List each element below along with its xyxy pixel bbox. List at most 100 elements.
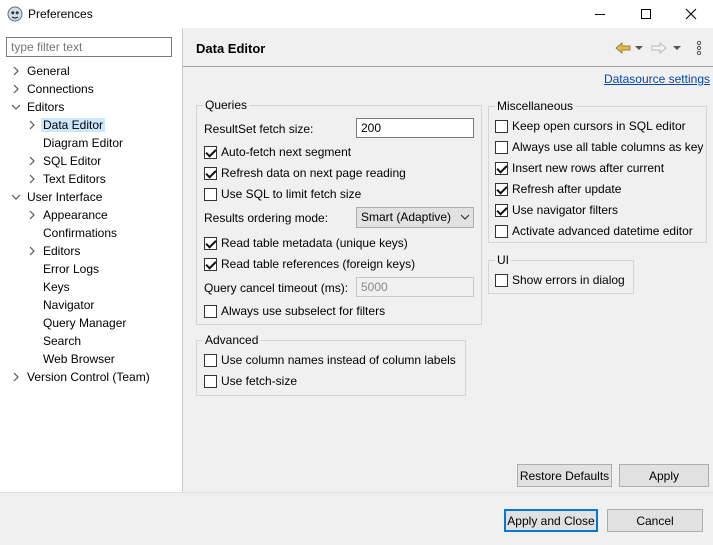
tree-item-label: Version Control (Team) [27,370,150,384]
chevron-down-icon[interactable] [10,189,22,205]
use-sql-limit-checkbox[interactable]: Use SQL to limit fetch size [204,186,361,202]
checkbox-box[interactable] [495,161,508,175]
chevron-right-icon[interactable] [26,207,38,223]
all-columns-key-checkbox[interactable]: Always use all table columns as key [495,139,703,155]
tree-item[interactable]: User Interface [10,189,104,205]
filter-input[interactable] [6,37,172,57]
back-button[interactable] [614,40,632,56]
checkbox-box[interactable] [495,273,508,287]
chevron-right-icon[interactable] [10,63,22,79]
tree-item[interactable]: Diagram Editor [26,135,125,151]
back-menu-button[interactable] [634,40,644,56]
forward-button[interactable] [650,40,668,56]
dialog-footer: Apply and Close Cancel [0,492,713,545]
tree-item-label: Diagram Editor [43,136,124,150]
checkbox-box[interactable] [204,236,217,250]
restore-defaults-button[interactable]: Restore Defaults [517,464,612,487]
checkbox-box[interactable] [204,187,217,201]
tree-item-label: Editors [27,100,65,114]
read-metadata-checkbox[interactable]: Read table metadata (unique keys) [204,235,408,251]
column-names-label: Use column names instead of column label… [221,353,456,367]
tree-item[interactable]: General [10,63,72,79]
checkbox-box[interactable] [204,374,217,388]
title-separator [183,66,713,67]
use-fetch-size-checkbox[interactable]: Use fetch-size [204,373,297,389]
checkbox-box[interactable] [204,304,217,318]
refresh-data-checkbox[interactable]: Refresh data on next page reading [204,165,406,181]
chevron-right-icon[interactable] [10,81,22,97]
tree-item[interactable]: Connections [10,81,96,97]
tree-item[interactable]: Editors [10,99,66,115]
forward-arrow-icon [651,42,667,54]
fetch-size-input[interactable]: 200 [356,118,474,138]
refresh-after-update-checkbox[interactable]: Refresh after update [495,181,621,197]
chevron-right-icon[interactable] [10,369,22,385]
checkbox-box[interactable] [495,182,508,196]
tree-item-label: Appearance [43,208,108,222]
apply-button[interactable]: Apply [619,464,709,487]
cancel-button[interactable]: Cancel [607,509,703,532]
tree-item[interactable]: Keys [26,279,72,295]
navigator-filters-label: Use navigator filters [512,203,619,217]
tree-item-label: Error Logs [43,262,100,276]
tree-item[interactable]: SQL Editor [26,153,103,169]
datasource-settings-link[interactable]: Datasource settings [604,72,710,86]
always-subselect-checkbox[interactable]: Always use subselect for filters [204,303,385,319]
datetime-editor-label: Activate advanced datetime editor [512,224,693,238]
preference-page: Data Editor Datasource settings Queries … [183,28,713,492]
close-button[interactable] [668,0,713,28]
show-errors-checkbox[interactable]: Show errors in dialog [495,272,625,288]
tree-item[interactable]: Query Manager [26,315,128,331]
insert-after-current-checkbox[interactable]: Insert new rows after current [495,160,664,176]
checkbox-box[interactable] [204,166,217,180]
dbeaver-app-icon [7,6,23,22]
column-names-checkbox[interactable]: Use column names instead of column label… [204,352,456,368]
keep-cursors-checkbox[interactable]: Keep open cursors in SQL editor [495,118,686,134]
minimize-button[interactable] [577,0,623,28]
chevron-right-icon[interactable] [26,243,38,259]
back-arrow-icon [615,42,631,54]
tree-item-label: Editors [43,244,81,258]
checkbox-box[interactable] [495,140,508,154]
chevron-down-icon[interactable] [10,99,22,115]
read-metadata-label: Read table metadata (unique keys) [221,236,408,250]
tree-item[interactable]: Confirmations [26,225,119,241]
auto-fetch-checkbox[interactable]: Auto-fetch next segment [204,144,351,160]
close-icon [685,8,697,20]
chevron-right-icon[interactable] [26,153,38,169]
refresh-data-label: Refresh data on next page reading [221,166,406,180]
checkbox-box[interactable] [204,145,217,159]
tree-item[interactable]: Editors [26,243,82,259]
tree-item[interactable]: Version Control (Team) [10,369,152,385]
view-menu-button[interactable] [691,39,707,57]
read-references-checkbox[interactable]: Read table references (foreign keys) [204,256,415,272]
chevron-right-icon[interactable] [26,171,38,187]
tree-item[interactable]: Search [26,333,83,349]
tree-item-label: Confirmations [43,226,118,240]
chevron-right-icon[interactable] [26,117,38,133]
datetime-editor-checkbox[interactable]: Activate advanced datetime editor [495,223,693,239]
preferences-navigation-pane: General Connections Editors Data Editor Diag… [0,28,182,492]
ordering-mode-value: Smart (Adaptive) [361,210,452,224]
ordering-mode-select[interactable]: Smart (Adaptive) [356,207,474,228]
forward-menu-button[interactable] [672,40,682,56]
checkbox-box[interactable] [204,353,217,367]
checkbox-box[interactable] [495,224,508,238]
tree-item[interactable]: Text Editors [26,171,108,187]
tree-item-label: Web Browser [43,352,115,366]
navigator-filters-checkbox[interactable]: Use navigator filters [495,202,618,218]
tree-item[interactable]: Error Logs [26,261,101,277]
tree-item[interactable]: Web Browser [26,351,117,367]
maximize-button[interactable] [623,0,669,28]
checkbox-box[interactable] [495,203,508,217]
apply-and-close-button[interactable]: Apply and Close [504,509,598,532]
checkbox-box[interactable] [204,257,217,271]
tree-item[interactable]: Navigator [26,297,96,313]
checkbox-box[interactable] [495,119,508,133]
tree-item-label: Keys [43,280,70,294]
tree-item[interactable]: Data Editor [26,117,106,133]
tree-item[interactable]: Appearance [26,207,110,223]
